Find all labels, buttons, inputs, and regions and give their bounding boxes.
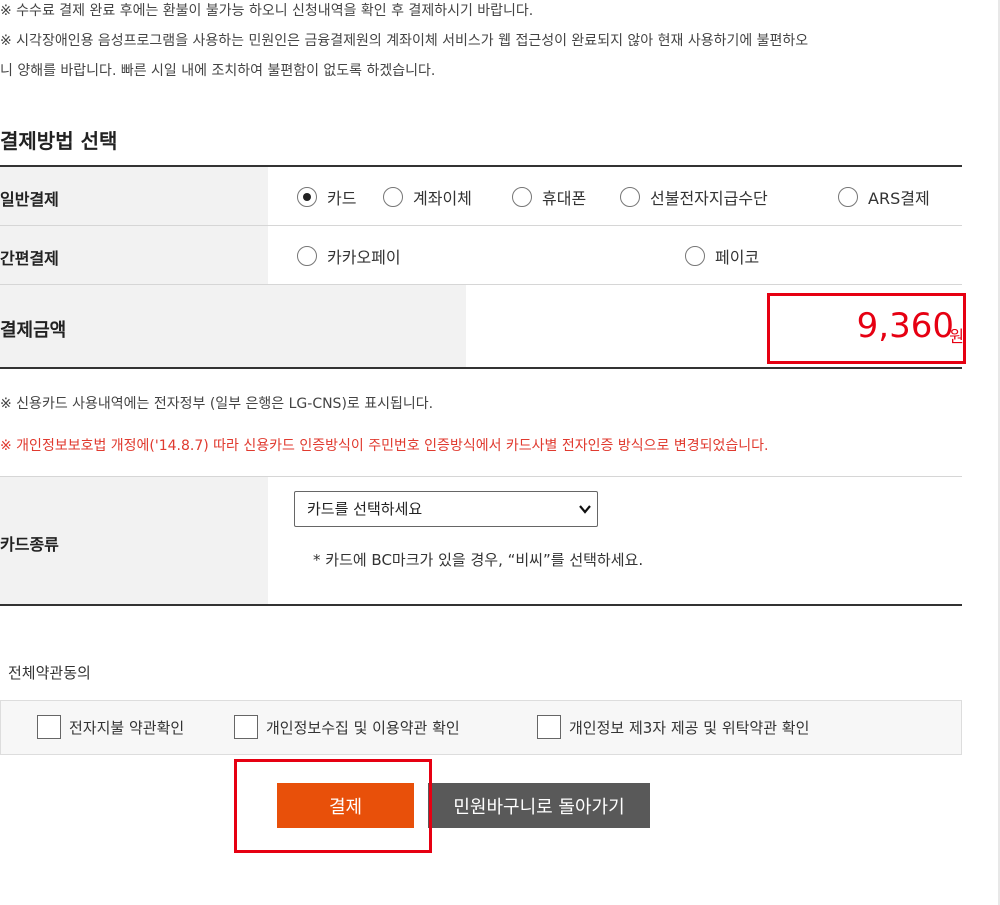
- radio-unchecked-icon: [620, 187, 640, 207]
- card-type-label: 카드종류: [0, 535, 59, 554]
- radio-payco-label: 페이코: [715, 248, 760, 267]
- checkbox-icon: [37, 715, 61, 739]
- radio-ars[interactable]: ARS결제: [838, 185, 930, 209]
- amount-value: 9,360: [856, 306, 954, 346]
- checkbox-privacy-collection-terms[interactable]: 개인정보수집 및 이용약관 확인: [234, 715, 460, 739]
- checkbox-third-party-terms-label: 개인정보 제3자 제공 및 위탁약관 확인: [569, 718, 810, 737]
- checkbox-electronic-payment-terms[interactable]: 전자지불 약관확인: [37, 715, 184, 739]
- radio-card-label: 카드: [327, 189, 357, 208]
- agree-all-label: 전체약관동의: [8, 664, 91, 682]
- notice-refund: ※ 수수료 결제 완료 후에는 환불이 불가능 하오니 신청내역을 확인 후 결…: [0, 3, 534, 19]
- checkbox-icon: [234, 715, 258, 739]
- card-type-select[interactable]: 카드를 선택하세요: [294, 491, 598, 527]
- card-table-bottom-border: [0, 604, 962, 606]
- radio-prepaid-label: 선불전자지급수단: [650, 189, 768, 208]
- chevron-down-icon: [579, 492, 591, 539]
- checkbox-electronic-payment-terms-label: 전자지불 약관확인: [69, 718, 185, 737]
- section-title: 결제방법 선택: [0, 129, 118, 153]
- radio-unchecked-icon: [297, 246, 317, 266]
- card-statement-note: ※ 신용카드 사용내역에는 전자정부 (일부 은행은 LG-CNS)로 표시됩니…: [0, 396, 434, 412]
- radio-unchecked-icon: [383, 187, 403, 207]
- radio-checked-icon: [297, 187, 317, 207]
- radio-unchecked-icon: [512, 187, 532, 207]
- radio-account-transfer-label: 계좌이체: [413, 189, 472, 208]
- back-to-basket-button[interactable]: 민원바구니로 돌아가기: [428, 783, 650, 828]
- radio-account-transfer[interactable]: 계좌이체: [383, 185, 472, 209]
- radio-prepaid[interactable]: 선불전자지급수단: [620, 185, 768, 209]
- radio-ars-label: ARS결제: [868, 189, 930, 208]
- radio-kakaopay-label: 카카오페이: [327, 248, 401, 267]
- card-type-select-value: 카드를 선택하세요: [307, 500, 423, 518]
- radio-unchecked-icon: [685, 246, 705, 266]
- checkbox-icon: [537, 715, 561, 739]
- amount-label: 결제금액: [0, 320, 67, 341]
- card-type-hint: * 카드에 BC마크가 있을 경우, “비씨”를 선택하세요.: [313, 551, 644, 569]
- notice-accessibility-cont: 니 양해를 바랍니다. 빠른 시일 내에 조치하여 불편함이 없도록 하겠습니다…: [0, 63, 436, 79]
- radio-unchecked-icon: [838, 187, 858, 207]
- notice-accessibility: ※ 시각장애인용 음성프로그램을 사용하는 민원인은 금융결제원의 계좌이체 서…: [0, 33, 809, 49]
- checkbox-third-party-terms[interactable]: 개인정보 제3자 제공 및 위탁약관 확인: [537, 715, 809, 739]
- checkbox-privacy-collection-terms-label: 개인정보수집 및 이용약관 확인: [266, 718, 460, 737]
- general-payment-label: 일반결제: [0, 190, 59, 209]
- card-auth-change-note: ※ 개인정보보호법 개정에('14.8.7) 따라 신용카드 인증방식이 주민번…: [0, 438, 769, 454]
- radio-card[interactable]: 카드: [297, 185, 356, 209]
- amount-unit: 원: [949, 327, 964, 346]
- table-bottom-border: [0, 367, 962, 369]
- simple-payment-label: 간편결제: [0, 249, 59, 268]
- radio-payco[interactable]: 페이코: [685, 244, 759, 268]
- pay-button-highlight-box: [234, 759, 432, 853]
- radio-mobile-label: 휴대폰: [542, 189, 587, 208]
- radio-kakaopay[interactable]: 카카오페이: [297, 244, 401, 268]
- radio-mobile[interactable]: 휴대폰: [512, 185, 586, 209]
- amount-label-cell: [0, 285, 466, 367]
